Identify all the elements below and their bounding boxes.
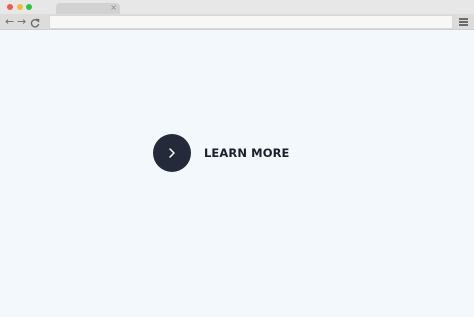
tab-close-icon[interactable]: × bbox=[110, 2, 117, 13]
back-arrow-icon[interactable]: ← bbox=[5, 15, 14, 29]
learn-more-label[interactable]: LEARN MORE bbox=[204, 146, 290, 160]
cta-circle[interactable] bbox=[153, 134, 191, 172]
minimize-window-button[interactable] bbox=[17, 4, 23, 10]
browser-tab[interactable]: × bbox=[56, 3, 120, 14]
title-bar: × bbox=[0, 0, 474, 14]
learn-more-button[interactable]: LEARN MORE bbox=[153, 134, 290, 172]
chevron-right-icon bbox=[169, 148, 175, 158]
reload-icon[interactable] bbox=[30, 15, 40, 33]
zoom-window-button[interactable] bbox=[26, 4, 32, 10]
hamburger-menu-icon[interactable] bbox=[459, 18, 468, 26]
address-bar[interactable] bbox=[49, 15, 453, 29]
browser-window: × ← → LEARN MORE bbox=[0, 0, 474, 317]
forward-arrow-icon[interactable]: → bbox=[17, 15, 26, 29]
close-window-button[interactable] bbox=[7, 4, 13, 10]
browser-toolbar: ← → bbox=[0, 14, 474, 30]
